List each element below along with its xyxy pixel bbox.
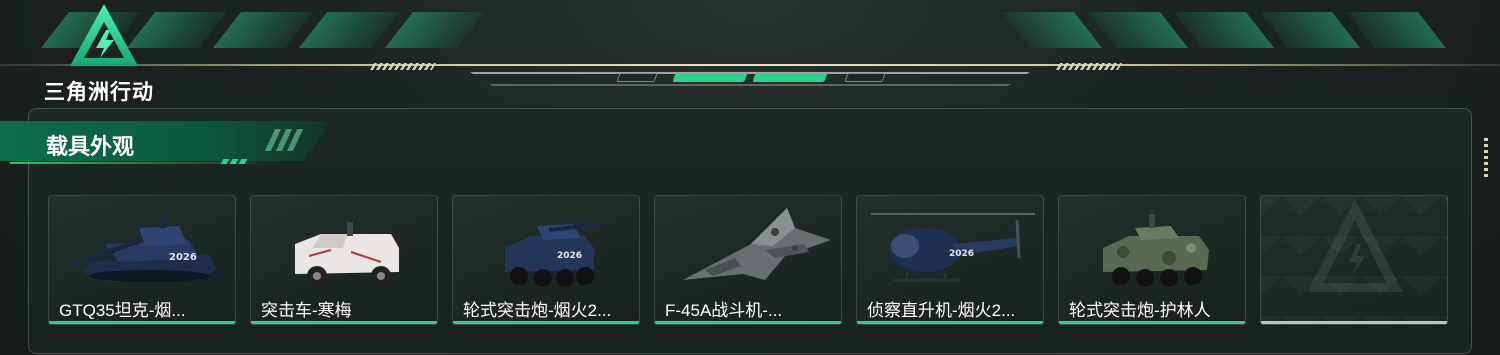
logo-text: 三角洲行动 — [44, 81, 154, 104]
assault-vehicle-icon — [295, 222, 399, 286]
vehicle-name: 轮式突击炮-护林人 — [1069, 301, 1211, 320]
empty-vehicle-slot[interactable] — [1260, 195, 1448, 325]
vehicle-card[interactable]: 2026 侦察直升机-烟火2... — [856, 195, 1044, 325]
card-accent-bar — [857, 321, 1043, 324]
svg-text:2026: 2026 — [169, 252, 197, 263]
hatch-left — [369, 63, 437, 70]
vehicle-card[interactable]: 2026 轮式突击炮-烟火2... — [452, 195, 640, 325]
card-accent-bar — [453, 321, 639, 324]
title-underline — [10, 162, 255, 164]
section-header: 载具外观 — [0, 121, 330, 161]
card-accent-bar — [1261, 321, 1447, 324]
vehicle-card[interactable]: F-45A战斗机-... — [654, 195, 842, 325]
wheeled-assault-gun-icon: 2026 — [505, 222, 604, 287]
header-stripes-right — [1001, 12, 1447, 48]
vehicle-card[interactable]: 突击车-寒梅 — [250, 195, 438, 325]
vehicle-card[interactable]: 轮式突击炮-护林人 — [1058, 195, 1246, 325]
svg-text:2026: 2026 — [949, 249, 974, 259]
empty-slot-logo-icon — [1307, 200, 1403, 292]
vehicle-card[interactable]: 2026 GTQ35坦克-烟... — [48, 195, 236, 325]
vehicle-name: F-45A战斗机-... — [665, 301, 783, 320]
vehicle-name: GTQ35坦克-烟... — [59, 301, 186, 320]
helicopter-icon: 2026 — [871, 213, 1035, 282]
top-header — [0, 0, 1500, 100]
fighter-jet-icon — [683, 208, 831, 280]
card-accent-bar — [49, 321, 235, 324]
vehicle-name: 突击车-寒梅 — [261, 301, 352, 320]
vehicle-card-list: 2026 GTQ35坦克-烟... 突击车-寒梅 2026 轮式突击炮-烟火2.… — [48, 195, 1448, 325]
vehicle-name: 轮式突击炮-烟火2... — [463, 301, 612, 320]
section-title: 载具外观 — [46, 134, 135, 159]
card-accent-bar — [251, 321, 437, 324]
title-slashes — [264, 129, 304, 151]
scroll-indicator[interactable] — [1484, 138, 1488, 178]
card-accent-bar — [1059, 321, 1245, 324]
card-accent-bar — [655, 321, 841, 324]
svg-text:2026: 2026 — [557, 251, 582, 261]
tank-icon: 2026 — [70, 218, 217, 282]
title-dots — [220, 159, 248, 164]
game-logo: 三角洲行动 — [44, 2, 184, 104]
vehicle-name: 侦察直升机-烟火2... — [867, 301, 1016, 320]
header-center-frame — [430, 52, 1070, 90]
wheeled-assault-gun-icon — [1103, 214, 1209, 287]
triangle-logo-icon — [70, 4, 138, 66]
